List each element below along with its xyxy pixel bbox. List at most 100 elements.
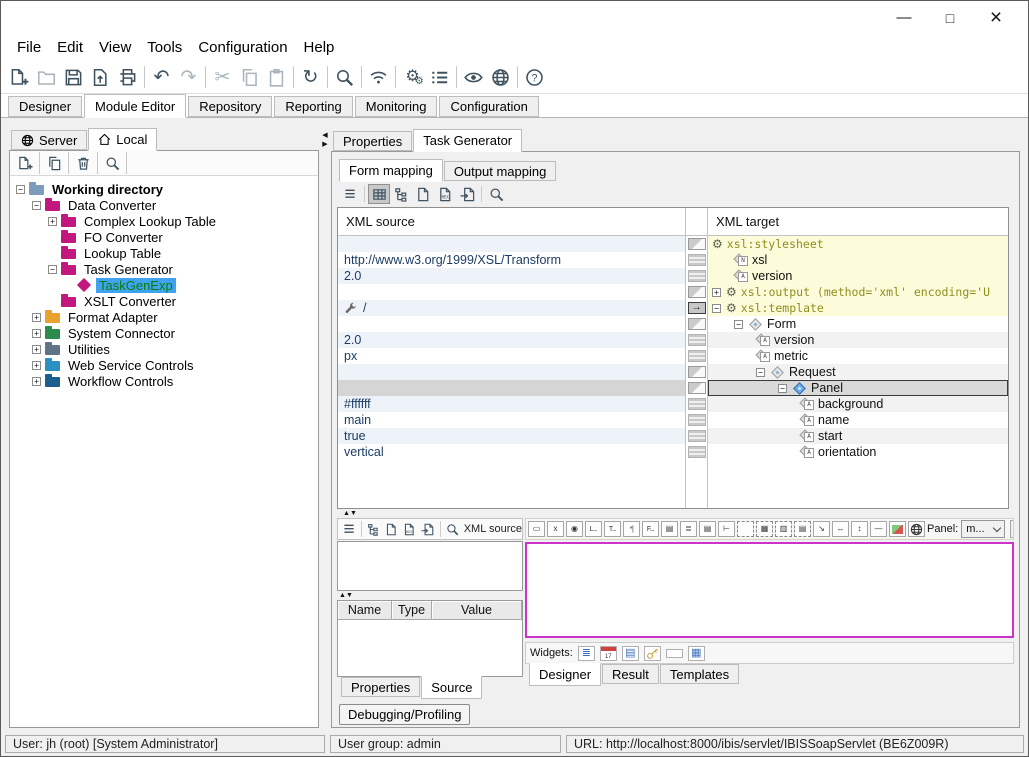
list-widget-icon[interactable]: ≣ xyxy=(578,646,595,661)
collapse-icon[interactable]: − xyxy=(734,320,743,329)
tab-monitoring[interactable]: Monitoring xyxy=(355,96,438,117)
xml-source-row[interactable]: px xyxy=(338,348,685,364)
tab-form-mapping[interactable]: Form mapping xyxy=(339,159,443,182)
table-widget-icon[interactable]: ▦ xyxy=(688,646,705,661)
import-document-icon[interactable] xyxy=(419,520,437,539)
tree-widget-icon[interactable]: ⊢ xyxy=(718,521,735,537)
menu-item-configuration[interactable]: Configuration xyxy=(190,37,295,58)
radiobutton-widget-icon[interactable]: ◉ xyxy=(566,521,583,537)
label-widget-icon[interactable]: L... xyxy=(585,521,602,537)
checkbox-widget-icon[interactable]: x xyxy=(547,521,564,537)
connection-icon[interactable] xyxy=(365,64,392,91)
import-document-icon[interactable] xyxy=(456,184,478,204)
tab-local[interactable]: Local xyxy=(88,128,157,151)
xml-target-row[interactable]: background xyxy=(708,396,1008,412)
document-view-icon[interactable] xyxy=(383,520,401,539)
tree-item-complex-lookup-table[interactable]: +Complex Lookup Table xyxy=(10,213,318,229)
delete-icon[interactable] xyxy=(72,152,94,174)
tree-view-icon[interactable] xyxy=(390,184,412,204)
hex-view-icon[interactable] xyxy=(434,184,456,204)
design-canvas[interactable] xyxy=(525,542,1014,638)
selection-widget-icon[interactable] xyxy=(737,521,754,537)
xml-target-row[interactable]: ⚙xsl:stylesheet xyxy=(708,236,1008,252)
xml-source-row[interactable] xyxy=(338,364,685,380)
map-value-button[interactable] xyxy=(688,350,706,362)
horizontal-splitter[interactable]: ▲ ▼ xyxy=(337,509,1014,518)
map-arrow-button[interactable]: → xyxy=(688,302,706,314)
xml-target-row[interactable]: −Panel xyxy=(708,380,1008,396)
menu-item-file[interactable]: File xyxy=(9,37,49,58)
maximize-button[interactable]: □ xyxy=(934,5,966,31)
column-header-type[interactable]: Type xyxy=(392,601,432,620)
map-value-button[interactable] xyxy=(688,446,706,458)
collapse-icon[interactable]: − xyxy=(778,384,787,393)
tree-view-icon[interactable] xyxy=(365,520,383,539)
column-header-value[interactable]: Value xyxy=(432,601,522,620)
tab-properties[interactable]: Properties xyxy=(341,677,420,697)
tree-item-taskgenexp[interactable]: TaskGenExp xyxy=(10,277,318,293)
menu-item-edit[interactable]: Edit xyxy=(49,37,91,58)
panel-widget-icon[interactable]: ▭ xyxy=(528,521,545,537)
tree-item-xslt-converter[interactable]: XSLT Converter xyxy=(10,293,318,309)
column-header-name[interactable]: Name xyxy=(338,601,392,620)
formatted-field-widget-icon[interactable]: F... xyxy=(642,521,659,537)
attributes-table-body[interactable] xyxy=(338,620,522,676)
tab-server[interactable]: Server xyxy=(11,130,87,150)
expand-icon[interactable]: + xyxy=(32,377,41,386)
menu-icon[interactable]: ≡ xyxy=(340,520,358,539)
textarea-widget-icon[interactable]: ▤ xyxy=(661,521,678,537)
undo-icon[interactable]: ↶ xyxy=(148,64,175,91)
xml-source-row[interactable] xyxy=(338,236,685,252)
print-icon[interactable] xyxy=(114,64,141,91)
tab-designer[interactable]: Designer xyxy=(8,96,82,117)
toolbar-overflow-icon[interactable] xyxy=(1010,520,1014,538)
options-list-icon[interactable] xyxy=(426,64,453,91)
columns-widget-icon[interactable]: ▥ xyxy=(775,521,792,537)
tab-templates[interactable]: Templates xyxy=(660,664,739,684)
splitter-down-icon[interactable]: ▼ xyxy=(346,592,353,599)
password-widget-icon[interactable]: *| xyxy=(623,521,640,537)
collapse-icon[interactable]: − xyxy=(48,265,57,274)
expand-icon[interactable]: + xyxy=(48,217,57,226)
tab-properties[interactable]: Properties xyxy=(333,131,412,151)
xml-source-row[interactable]: 2.0 xyxy=(338,268,685,284)
panel-dropdown[interactable]: m... xyxy=(961,520,1005,538)
expand-icon[interactable]: + xyxy=(32,345,41,354)
tree-item-workflow-controls[interactable]: +Workflow Controls xyxy=(10,373,318,389)
xml-source-row[interactable] xyxy=(338,284,685,300)
xml-target-row[interactable]: +⚙xsl:output (method='xml' encoding='U xyxy=(708,284,1008,300)
tree-item-format-adapter[interactable]: +Format Adapter xyxy=(10,309,318,325)
xml-source-row[interactable]: vertical xyxy=(338,444,685,460)
browser-widget-icon[interactable] xyxy=(908,521,925,537)
splitter-up-icon[interactable]: ▲ xyxy=(343,510,350,517)
grid-view-icon[interactable] xyxy=(368,184,390,204)
tree-item-web-service-controls[interactable]: +Web Service Controls xyxy=(10,357,318,373)
map-value-button[interactable] xyxy=(688,430,706,442)
rows-widget-icon[interactable]: ▤ xyxy=(794,521,811,537)
tab-configuration[interactable]: Configuration xyxy=(439,96,538,117)
collapse-right-icon[interactable]: ▶ xyxy=(322,140,327,149)
document-widget-icon[interactable]: ≣ xyxy=(680,521,697,537)
tab-module-editor[interactable]: Module Editor xyxy=(84,94,186,118)
tab-task-generator[interactable]: Task Generator xyxy=(413,129,522,152)
tab-repository[interactable]: Repository xyxy=(188,96,272,117)
horizontal-resize-widget-icon[interactable]: ↔ xyxy=(832,521,849,537)
xml-target-row[interactable]: xsl xyxy=(708,252,1008,268)
collapse-icon[interactable]: − xyxy=(756,368,765,377)
tab-reporting[interactable]: Reporting xyxy=(274,96,352,117)
minimize-button[interactable]: — xyxy=(888,5,920,31)
calendar-widget-icon[interactable] xyxy=(600,646,617,661)
tree-item-fo-converter[interactable]: FO Converter xyxy=(10,229,318,245)
hex-view-icon[interactable] xyxy=(401,520,419,539)
import-file-icon[interactable] xyxy=(87,64,114,91)
copy-icon[interactable] xyxy=(43,152,65,174)
debugging-profiling-button[interactable]: Debugging/Profiling xyxy=(339,704,470,725)
splitter-up-icon[interactable]: ▲ xyxy=(339,592,346,599)
tab-result[interactable]: Result xyxy=(602,664,659,684)
map-value-button[interactable] xyxy=(688,270,706,282)
grid-widget-icon[interactable]: ▦ xyxy=(756,521,773,537)
tab-source[interactable]: Source xyxy=(421,676,482,699)
textfield-widget-icon[interactable]: T... xyxy=(604,521,621,537)
view-eye-icon[interactable] xyxy=(460,64,487,91)
menu-icon[interactable]: ≡ xyxy=(339,184,361,204)
